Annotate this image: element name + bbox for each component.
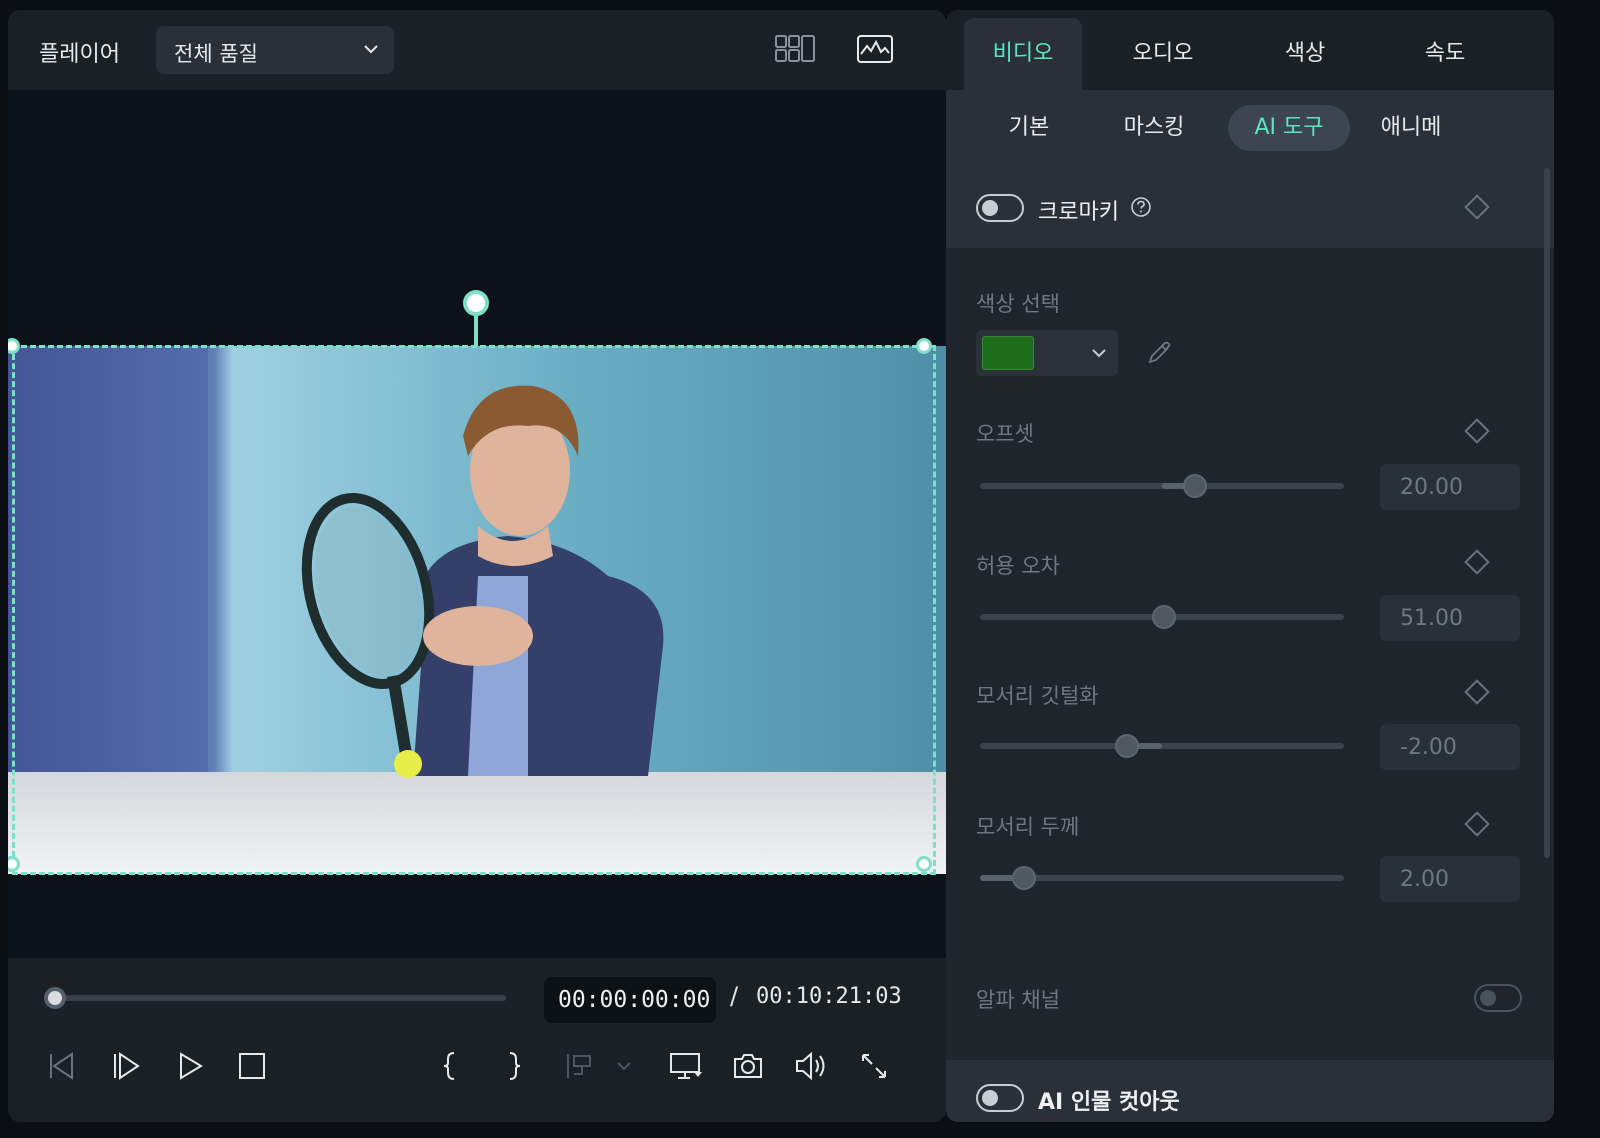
edge-feather-value: -2.00 (1400, 735, 1457, 760)
toggle-knob (982, 200, 998, 216)
edge-thickness-slider[interactable] (980, 866, 1344, 890)
keyframe-diamond-icon[interactable] (1464, 549, 1490, 575)
eyedropper-icon[interactable] (1146, 340, 1172, 366)
offset-value: 20.00 (1400, 475, 1463, 500)
edge-thickness-value: 2.00 (1400, 867, 1449, 892)
edge-feather-slider-knob[interactable] (1115, 734, 1140, 758)
display-settings-icon[interactable] (668, 1050, 704, 1082)
time-separator: / (730, 982, 739, 1010)
editor-app: 플레이어 전체 품질 00:00:00:00 / 00:10:21:03 비디오… (0, 0, 1600, 1138)
edge-thickness-slider-knob[interactable] (1011, 866, 1036, 890)
chevron-down-icon (1092, 349, 1106, 358)
stop-icon[interactable] (236, 1050, 268, 1082)
insert-options-chevron-icon[interactable] (614, 1050, 634, 1082)
player-panel: 플레이어 전체 품질 00:00:00:00 / 00:10:21:03 (8, 10, 946, 1122)
play-icon[interactable] (174, 1050, 206, 1082)
resize-handle-top-right[interactable] (916, 338, 932, 354)
player-header: 플레이어 전체 품질 (8, 10, 946, 90)
subtab-ai-tools[interactable]: AI 도구 (1228, 105, 1350, 151)
keyframe-diamond-icon[interactable] (1464, 418, 1490, 444)
current-timecode[interactable]: 00:00:00:00 (544, 977, 716, 1023)
tolerance-value: 51.00 (1400, 606, 1463, 631)
chevron-down-icon (364, 45, 378, 54)
edge-feather-value-input[interactable]: -2.00 (1380, 724, 1520, 770)
tab-color[interactable]: 색상 (1246, 18, 1364, 90)
insert-clip-icon[interactable] (564, 1050, 596, 1082)
chroma-key-label: 크로마키 (1038, 200, 1119, 225)
sub-tabs: 기본 마스킹 AI 도구 애니메 (946, 90, 1554, 168)
quality-label: 전체 품질 (174, 42, 258, 66)
total-time: 00:10:21:03 (756, 984, 902, 1009)
fullscreen-icon[interactable] (860, 1050, 888, 1082)
scrub-handle[interactable] (44, 987, 66, 1009)
rotation-handle[interactable] (463, 290, 489, 316)
tab-audio[interactable]: 오디오 (1104, 18, 1222, 90)
ai-portrait-cutout-toggle[interactable] (976, 1084, 1024, 1112)
properties-panel: 비디오 오디오 색상 속도 기본 마스킹 AI 도구 애니메 크로마키 색상 선… (946, 10, 1554, 1122)
offset-slider[interactable] (980, 474, 1344, 498)
resize-handle-bottom-right[interactable] (916, 856, 932, 872)
tolerance-slider[interactable] (980, 605, 1344, 629)
quality-dropdown[interactable]: 전체 품질 (156, 26, 394, 74)
ai-portrait-cutout-header: AI 인물 컷아웃 (946, 1060, 1554, 1122)
color-swatch (982, 336, 1034, 370)
alpha-channel-label: 알파 채널 (976, 988, 1060, 1012)
edge-feather-slider[interactable] (980, 734, 1344, 758)
snapshot-camera-icon[interactable] (732, 1050, 764, 1082)
transport-bar: 00:00:00:00 / 00:10:21:03 (8, 958, 946, 1122)
chroma-key-settings: 색상 선택 오프셋 20.00 허용 오차 51.00 모서리 깃털화 -2.0… (946, 248, 1554, 1060)
offset-value-input[interactable]: 20.00 (1380, 464, 1520, 510)
player-title: 플레이어 (39, 42, 120, 67)
main-tabs: 비디오 오디오 색상 속도 (946, 10, 1554, 90)
keyframe-diamond-icon[interactable] (1464, 811, 1490, 837)
toggle-knob (982, 1090, 998, 1106)
tolerance-value-input[interactable]: 51.00 (1380, 595, 1520, 641)
color-select-label: 색상 선택 (976, 292, 1060, 316)
tab-speed[interactable]: 속도 (1386, 18, 1504, 90)
ai-portrait-cutout-label: AI 인물 컷아웃 (1038, 1090, 1180, 1115)
waveform-monitor-icon[interactable] (856, 34, 894, 64)
keyframe-diamond-icon[interactable] (1464, 194, 1490, 220)
video-viewport (8, 90, 946, 978)
subtab-masking[interactable]: 마스킹 (1102, 105, 1206, 151)
grid-view-icon[interactable] (774, 34, 816, 64)
keyframe-diamond-icon[interactable] (1464, 679, 1490, 705)
video-frame[interactable] (8, 346, 946, 874)
properties-scrollbar[interactable] (1544, 168, 1550, 858)
color-picker-dropdown[interactable] (976, 330, 1118, 376)
help-icon[interactable] (1130, 196, 1152, 218)
offset-label: 오프셋 (976, 422, 1034, 446)
tab-video[interactable]: 비디오 (964, 18, 1082, 90)
tolerance-label: 허용 오차 (976, 554, 1060, 578)
tolerance-slider-knob[interactable] (1151, 605, 1176, 629)
edge-thickness-value-input[interactable]: 2.00 (1380, 856, 1520, 902)
mark-in-icon[interactable] (438, 1050, 462, 1082)
current-time-text: 00:00:00:00 (558, 987, 711, 1013)
chroma-key-toggle[interactable] (976, 194, 1024, 222)
chroma-key-header: 크로마키 (946, 168, 1554, 248)
subtab-basic[interactable]: 기본 (982, 105, 1076, 151)
subtab-animation[interactable]: 애니메 (1374, 105, 1448, 151)
offset-slider-knob[interactable] (1182, 474, 1207, 498)
toggle-knob (1480, 990, 1496, 1006)
video-image (8, 346, 946, 874)
volume-icon[interactable] (794, 1050, 830, 1082)
edge-thickness-label: 모서리 두께 (976, 815, 1080, 839)
edge-feather-label: 모서리 깃털화 (976, 684, 1099, 708)
alpha-channel-toggle[interactable] (1474, 984, 1522, 1012)
mark-out-icon[interactable] (502, 1050, 526, 1082)
next-frame-icon[interactable] (110, 1050, 142, 1082)
scrub-track[interactable] (54, 995, 506, 1001)
prev-frame-icon[interactable] (46, 1050, 78, 1082)
